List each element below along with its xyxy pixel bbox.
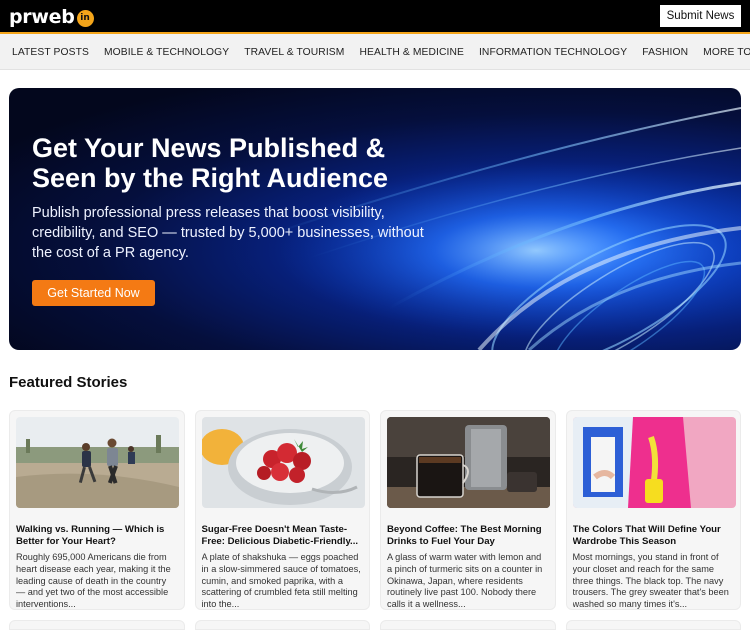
nav-item-latest-posts[interactable]: LATEST POSTS	[12, 47, 89, 58]
fashion-photo[interactable]	[572, 417, 736, 508]
logo-text: prweb	[9, 6, 75, 28]
next-row-cards	[9, 620, 741, 630]
story-title[interactable]: Beyond Coffee: The Best Morning Drinks t…	[387, 524, 549, 548]
story-card-partial[interactable]	[194, 620, 370, 630]
story-excerpt: Roughly 695,000 Americans die from heart…	[16, 552, 171, 610]
top-bar: prweb in Submit News	[0, 0, 750, 34]
hero-title: Get Your News Published & Seen by the Ri…	[32, 133, 389, 193]
coffee-photo-graphic	[387, 417, 550, 508]
site-logo[interactable]: prweb in	[9, 5, 94, 29]
story-card-partial[interactable]	[380, 620, 556, 630]
story-card[interactable]: Beyond Coffee: The Best Morning Drinks t…	[380, 410, 556, 610]
nav-item-health-medicine[interactable]: HEALTH & MEDICINE	[359, 47, 464, 58]
story-card-partial[interactable]	[565, 620, 741, 630]
story-title[interactable]: Walking vs. Running — Which is Better fo…	[16, 524, 178, 548]
featured-stories-heading: Featured Stories	[9, 374, 128, 391]
hero-subtitle: Publish professional press releases that…	[32, 205, 424, 261]
featured-cards: Walking vs. Running — Which is Better fo…	[9, 410, 741, 610]
story-excerpt: Most mornings, you stand in front of you…	[572, 552, 729, 610]
logo-badge: in	[76, 9, 94, 27]
nav-list: LATEST POSTS MOBILE & TECHNOLOGY TRAVEL …	[0, 34, 750, 70]
fashion-photo-graphic	[572, 417, 736, 508]
story-card[interactable]: The Colors That Will Define Your Wardrob…	[565, 410, 741, 610]
story-excerpt: A plate of shakshuka — eggs poached in a…	[201, 552, 361, 610]
get-started-button[interactable]: Get Started Now	[32, 280, 155, 306]
strawberries-photo-graphic	[201, 417, 365, 508]
nav-item-information-technology[interactable]: INFORMATION TECHNOLOGY	[479, 47, 627, 58]
main-nav: LATEST POSTS MOBILE & TECHNOLOGY TRAVEL …	[0, 34, 750, 70]
nav-item-more-topics[interactable]: MORE TOPICS	[703, 47, 750, 58]
submit-news-button[interactable]: Submit News	[660, 5, 741, 27]
nav-item-travel-tourism[interactable]: TRAVEL & TOURISM	[244, 47, 344, 58]
strawberries-photo[interactable]	[201, 417, 365, 508]
hero-banner: Get Your News Published & Seen by the Ri…	[9, 88, 741, 350]
nav-item-mobile-technology[interactable]: MOBILE & TECHNOLOGY	[104, 47, 229, 58]
nav-item-fashion[interactable]: FASHION	[642, 47, 688, 58]
story-card[interactable]: Walking vs. Running — Which is Better fo…	[9, 410, 185, 610]
story-title[interactable]: The Colors That Will Define Your Wardrob…	[573, 524, 735, 548]
coffee-photo[interactable]	[387, 417, 550, 508]
story-card-partial[interactable]	[9, 620, 185, 630]
runners-photo[interactable]	[16, 417, 179, 508]
story-card[interactable]: Sugar-Free Doesn't Mean Taste-Free: Deli…	[194, 410, 370, 610]
runners-photo-graphic	[16, 417, 179, 508]
story-title[interactable]: Sugar-Free Doesn't Mean Taste-Free: Deli…	[202, 524, 364, 548]
story-excerpt: A glass of warm water with lemon and a p…	[387, 552, 543, 610]
